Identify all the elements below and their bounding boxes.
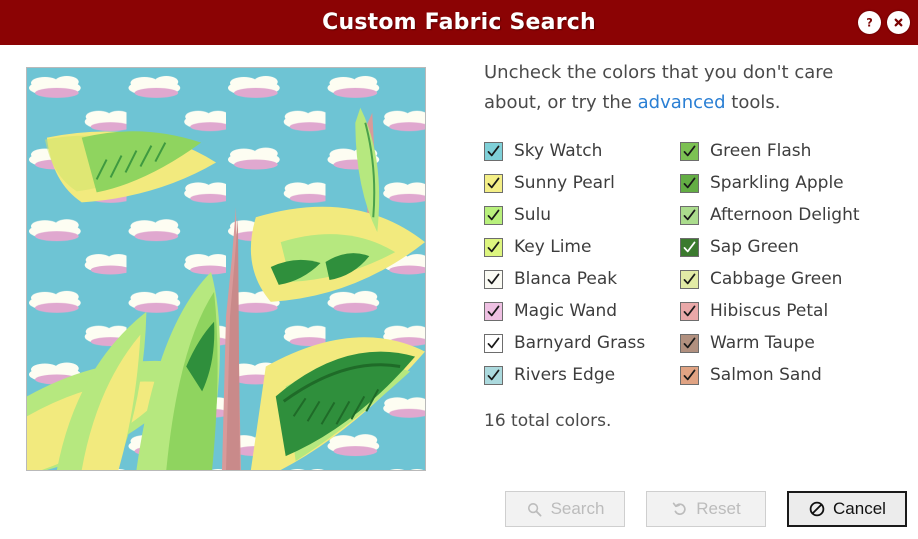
question-mark-circle-icon: ? — [862, 15, 877, 30]
color-swatch-checkbox[interactable] — [680, 173, 699, 193]
color-checkbox-item[interactable]: Sap Green — [680, 231, 904, 263]
checkmark-icon — [487, 337, 500, 349]
color-label: Sparkling Apple — [710, 173, 844, 194]
dialog-footer: Search Reset Cancel — [505, 491, 907, 527]
checkmark-icon — [487, 177, 500, 189]
svg-text:?: ? — [866, 16, 873, 29]
checkmark-icon — [683, 145, 696, 157]
color-swatch-checkbox[interactable] — [484, 269, 503, 289]
color-label: Afternoon Delight — [710, 205, 860, 226]
title-bar: Custom Fabric Search ? — [0, 0, 918, 45]
color-label: Key Lime — [514, 237, 592, 258]
color-swatch-checkbox[interactable] — [680, 333, 699, 353]
color-swatch-checkbox[interactable] — [680, 269, 699, 289]
color-swatch-checkbox[interactable] — [484, 301, 503, 321]
reset-button-label: Reset — [696, 499, 741, 518]
checkmark-icon — [683, 305, 696, 317]
checkmark-icon — [487, 273, 500, 285]
instructions-text: Uncheck the colors that you don't care a… — [484, 58, 836, 117]
magnifier-icon — [526, 501, 543, 518]
color-swatch-checkbox[interactable] — [680, 365, 699, 385]
window-title: Custom Fabric Search — [322, 10, 596, 35]
color-swatch-checkbox[interactable] — [484, 205, 503, 225]
color-swatch-checkbox[interactable] — [680, 301, 699, 321]
color-label: Hibiscus Petal — [710, 301, 829, 322]
custom-fabric-search-dialog: Custom Fabric Search ? Uncheck the color… — [0, 0, 918, 539]
checkmark-icon — [487, 305, 500, 317]
fabric-swatch-image — [27, 68, 425, 470]
color-checkbox-item[interactable]: Sulu — [484, 199, 680, 231]
color-swatch-checkbox[interactable] — [484, 173, 503, 193]
color-checkbox-item[interactable]: Rivers Edge — [484, 359, 680, 391]
color-swatch-checkbox[interactable] — [484, 365, 503, 385]
color-label: Green Flash — [710, 141, 812, 162]
instructions-after: tools. — [725, 91, 781, 113]
checkmark-icon — [683, 369, 696, 381]
total-colors-label: 16 total colors. — [484, 411, 612, 432]
color-checkbox-item[interactable]: Blanca Peak — [484, 263, 680, 295]
color-checkbox-item[interactable]: Sparkling Apple — [680, 167, 904, 199]
color-label: Rivers Edge — [514, 365, 616, 386]
title-bar-buttons: ? — [858, 0, 910, 45]
color-checkbox-item[interactable]: Sunny Pearl — [484, 167, 680, 199]
color-checkbox-item[interactable]: Magic Wand — [484, 295, 680, 327]
color-checkbox-item[interactable]: Cabbage Green — [680, 263, 904, 295]
checkmark-icon — [487, 241, 500, 253]
checkmark-icon — [487, 145, 500, 157]
cancel-button[interactable]: Cancel — [787, 491, 907, 527]
color-checkbox-item[interactable]: Green Flash — [680, 135, 904, 167]
help-button[interactable]: ? — [858, 11, 881, 34]
color-label: Sunny Pearl — [514, 173, 615, 194]
color-swatch-checkbox[interactable] — [680, 141, 699, 161]
cancel-button-label: Cancel — [833, 499, 886, 518]
color-checkbox-item[interactable]: Barnyard Grass — [484, 327, 680, 359]
color-swatch-checkbox[interactable] — [680, 237, 699, 257]
color-checkbox-item[interactable]: Afternoon Delight — [680, 199, 904, 231]
color-label: Sap Green — [710, 237, 799, 258]
undo-arrow-icon — [671, 501, 688, 518]
color-label: Sulu — [514, 205, 552, 226]
checkmark-icon — [683, 241, 696, 253]
color-swatch-checkbox[interactable] — [484, 237, 503, 257]
checkmark-icon — [683, 337, 696, 349]
prohibition-icon — [808, 501, 825, 518]
search-button-label: Search — [550, 499, 605, 518]
color-checkbox-item[interactable]: Key Lime — [484, 231, 680, 263]
reset-button[interactable]: Reset — [646, 491, 766, 527]
fabric-preview[interactable] — [26, 67, 426, 471]
color-label: Cabbage Green — [710, 269, 843, 290]
color-checkbox-item[interactable]: Sky Watch — [484, 135, 680, 167]
color-label: Magic Wand — [514, 301, 618, 322]
color-swatch-checkbox[interactable] — [680, 205, 699, 225]
color-label: Sky Watch — [514, 141, 603, 162]
close-circle-icon — [891, 15, 906, 30]
checkmark-icon — [487, 209, 500, 221]
checkmark-icon — [683, 209, 696, 221]
advanced-tools-link[interactable]: advanced — [638, 92, 726, 113]
color-label: Warm Taupe — [710, 333, 815, 354]
options-panel: Uncheck the colors that you don't care a… — [484, 58, 904, 431]
color-label: Barnyard Grass — [514, 333, 646, 354]
checkmark-icon — [683, 273, 696, 285]
color-swatch-checkbox[interactable] — [484, 333, 503, 353]
search-button[interactable]: Search — [505, 491, 625, 527]
color-checkbox-item[interactable]: Salmon Sand — [680, 359, 904, 391]
color-label: Blanca Peak — [514, 269, 618, 290]
checkmark-icon — [487, 369, 500, 381]
color-checkbox-grid: Sky Watch Green Flash Sunny Pearl Sparkling… — [484, 135, 904, 391]
color-checkbox-item[interactable]: Hibiscus Petal — [680, 295, 904, 327]
color-swatch-checkbox[interactable] — [484, 141, 503, 161]
close-button[interactable] — [887, 11, 910, 34]
color-label: Salmon Sand — [710, 365, 822, 386]
checkmark-icon — [683, 177, 696, 189]
color-checkbox-item[interactable]: Warm Taupe — [680, 327, 904, 359]
